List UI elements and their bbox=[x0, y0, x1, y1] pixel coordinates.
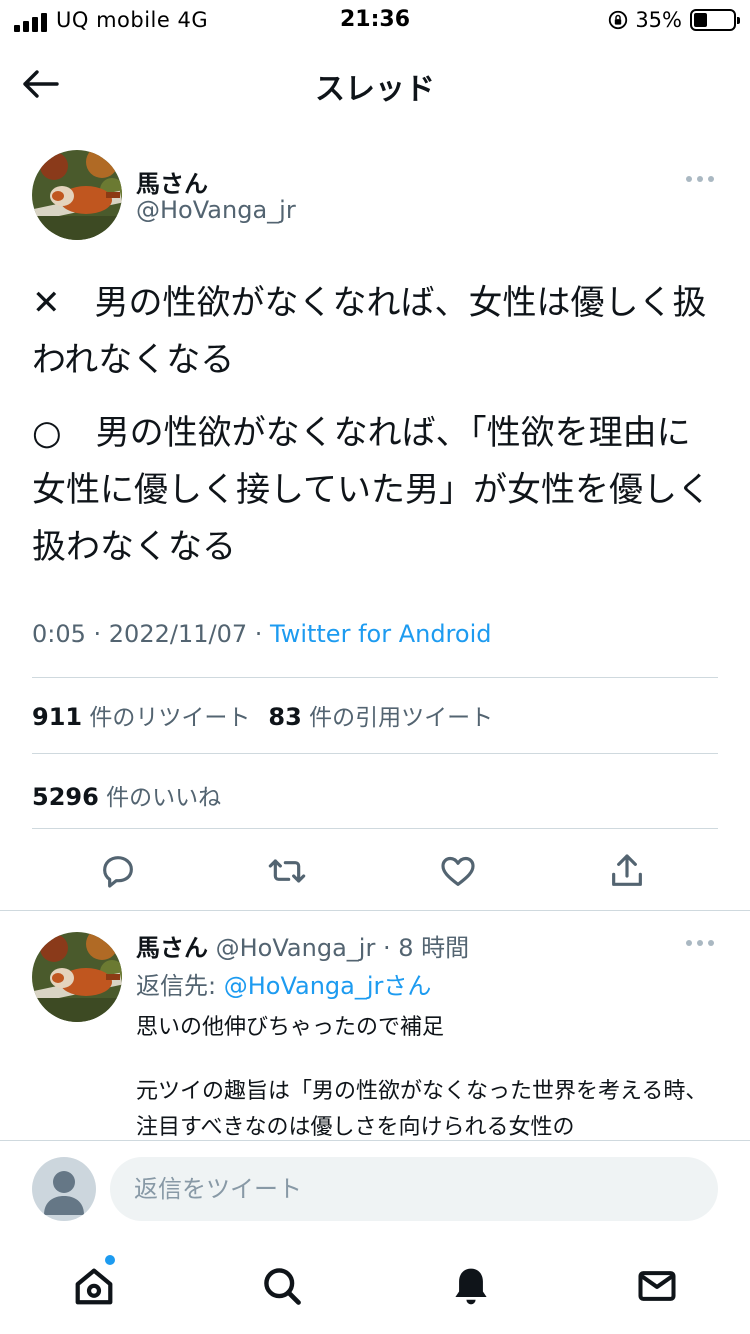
likes-link[interactable]: 5296 件のいいね bbox=[32, 778, 221, 812]
share-button[interactable] bbox=[606, 850, 648, 892]
reply-to-suffix: さん bbox=[383, 972, 432, 1000]
messages-icon bbox=[638, 1271, 676, 1301]
share-icon bbox=[612, 854, 642, 886]
rotation-lock-icon bbox=[609, 10, 628, 30]
reply-input[interactable]: 返信をツイート bbox=[110, 1157, 718, 1221]
reply-to-link[interactable]: @HoVanga_jr bbox=[224, 972, 384, 1000]
search-icon bbox=[264, 1268, 301, 1305]
reply-composer: 返信をツイート bbox=[0, 1140, 750, 1236]
reply-handle-time: @HoVanga_jr · 8 時間 bbox=[208, 934, 470, 962]
reply-text-line: 思いの他伸びちゃったので補足 bbox=[136, 1015, 445, 1040]
retweet-stats: 911 件のリツイート 83 件の引用ツイート bbox=[32, 698, 493, 732]
retweets-label: 件のリツイート bbox=[89, 705, 251, 731]
retweets-link[interactable]: 911 件のリツイート bbox=[32, 703, 251, 731]
author-name[interactable]: 馬さん bbox=[136, 164, 208, 199]
quotes-label: 件の引用ツイート bbox=[309, 705, 494, 731]
reply-header: 馬さん @HoVanga_jr · 8 時間 bbox=[136, 928, 469, 963]
like-icon bbox=[441, 856, 475, 886]
divider bbox=[0, 910, 750, 911]
unread-dot bbox=[105, 1255, 115, 1265]
divider bbox=[32, 828, 718, 829]
reply-text-line: 元ツイの趣旨は「男の性欲がなくなった世界を考える時、注目すべきなのは優しさを向け… bbox=[136, 1079, 708, 1140]
tab-messages[interactable] bbox=[633, 1262, 681, 1310]
home-icon bbox=[75, 1268, 113, 1305]
quotes-link[interactable]: 83 件の引用ツイート bbox=[268, 703, 494, 731]
reply-author-name[interactable]: 馬さん bbox=[136, 934, 208, 962]
bottom-tab-bar bbox=[0, 1236, 750, 1334]
divider bbox=[32, 677, 718, 678]
battery-icon bbox=[690, 9, 740, 31]
page-title: スレッド bbox=[315, 72, 435, 107]
battery-percent: 35% bbox=[635, 8, 682, 32]
author-avatar[interactable] bbox=[32, 150, 122, 240]
tab-notifications[interactable] bbox=[447, 1262, 495, 1310]
reply-more-options-icon[interactable] bbox=[686, 940, 714, 946]
red-panda-photo bbox=[32, 932, 122, 1022]
likes-label: 件のいいね bbox=[106, 785, 222, 811]
reply-icon bbox=[103, 856, 133, 888]
reply-button[interactable] bbox=[97, 850, 139, 892]
red-panda-photo bbox=[32, 150, 122, 240]
retweet-icon bbox=[268, 859, 306, 883]
tab-search[interactable] bbox=[258, 1262, 306, 1310]
notifications-icon bbox=[455, 1268, 487, 1305]
replying-to: 返信先: @HoVanga_jrさん bbox=[136, 966, 431, 1001]
tweet-timestamp: 0:05 · 2022/11/07 · Twitter for Android bbox=[32, 620, 491, 648]
like-button[interactable] bbox=[437, 850, 479, 892]
quotes-count: 83 bbox=[268, 703, 302, 731]
tweet-text-line: ✕ 男の性欲がなくなれば、女性は優しく扱われなくなる bbox=[32, 283, 707, 380]
reply-to-prefix: 返信先: bbox=[136, 972, 224, 1000]
more-options-icon[interactable] bbox=[686, 176, 714, 182]
author-handle[interactable]: @HoVanga_jr bbox=[136, 196, 296, 224]
thread-header: スレッド bbox=[0, 44, 750, 124]
tweet-source-link[interactable]: Twitter for Android bbox=[270, 620, 491, 648]
divider bbox=[32, 753, 718, 754]
tweet-date: 0:05 · 2022/11/07 · bbox=[32, 620, 270, 648]
my-avatar bbox=[32, 1157, 96, 1221]
tweet-text-line: ○ 男の性欲がなくなれば、「性欲を理由に女性に優しく接していた男」が女性を優しく… bbox=[32, 413, 711, 567]
likes-count: 5296 bbox=[32, 783, 99, 811]
status-bar: UQ mobile 4G 21:36 35% bbox=[0, 0, 750, 44]
retweet-button[interactable] bbox=[266, 850, 308, 892]
retweets-count: 911 bbox=[32, 703, 83, 731]
tweet-actions bbox=[0, 840, 750, 900]
default-avatar-icon bbox=[44, 1171, 84, 1215]
reply-author-avatar[interactable] bbox=[32, 932, 122, 1022]
tab-home[interactable] bbox=[70, 1255, 118, 1310]
